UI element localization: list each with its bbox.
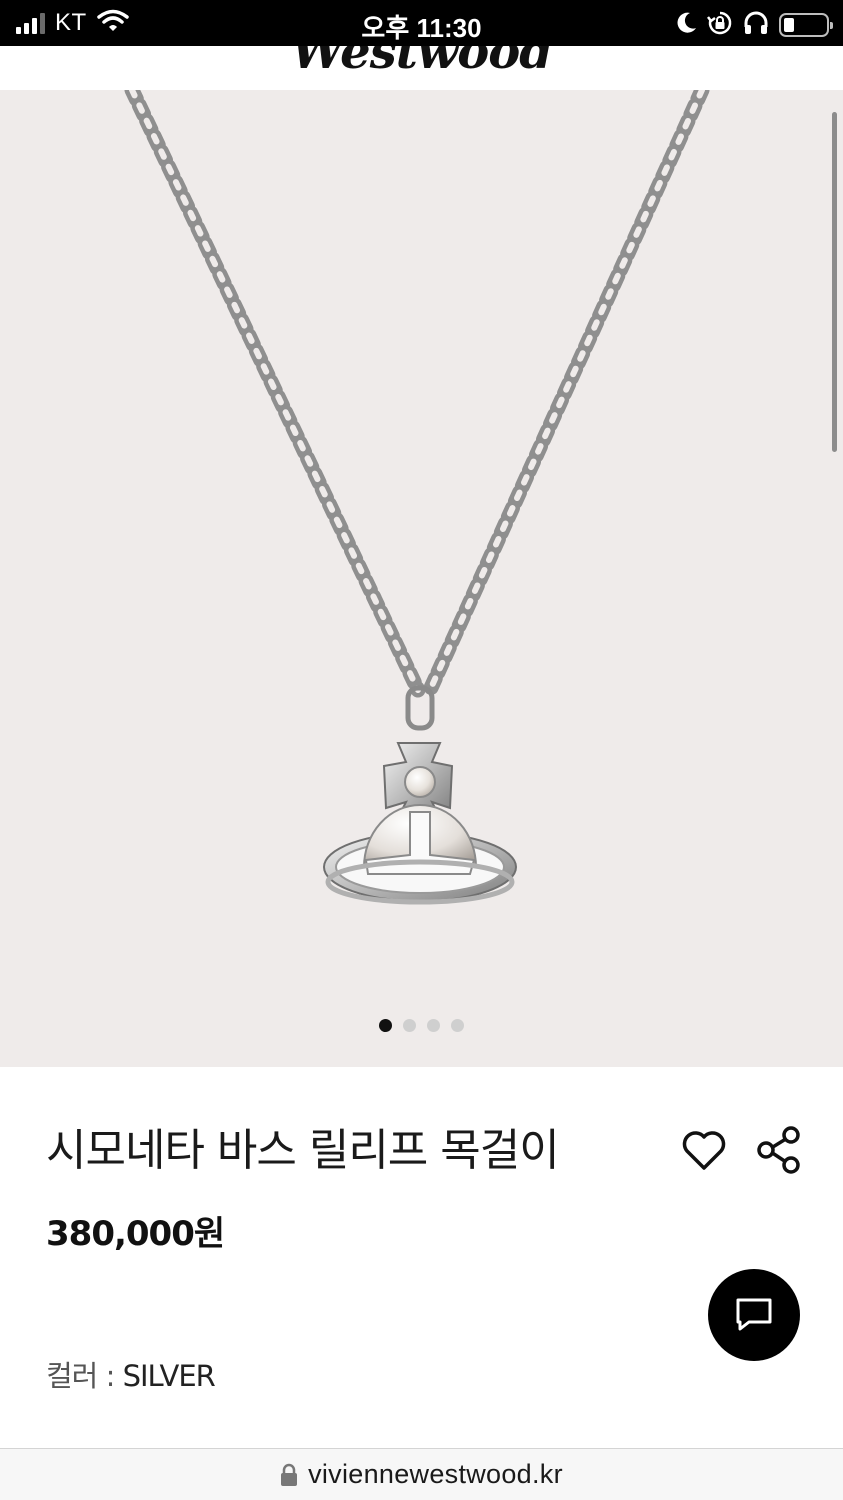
status-bar: KT 오후 11:30 xyxy=(0,0,843,46)
product-color: 컬러 : SILVER xyxy=(46,1353,216,1395)
wishlist-button[interactable] xyxy=(680,1126,728,1174)
product-title: 시모네타 바스 릴리프 목걸이 xyxy=(46,1125,560,1176)
product-image xyxy=(124,90,710,905)
chat-button[interactable] xyxy=(708,1269,800,1361)
product-image-gallery[interactable] xyxy=(0,90,843,1067)
battery-icon xyxy=(779,13,833,37)
heart-icon xyxy=(682,1131,726,1170)
brand-logo[interactable]: Westwood xyxy=(0,46,843,80)
gallery-dot-4[interactable] xyxy=(451,1019,464,1032)
url-text[interactable]: viviennewestwood.kr xyxy=(308,1459,563,1490)
status-right xyxy=(675,10,833,40)
share-button[interactable] xyxy=(754,1124,804,1176)
site-header: Westwood xyxy=(0,46,843,90)
headphones-icon xyxy=(743,10,769,40)
share-icon xyxy=(757,1126,800,1174)
gallery-pagination xyxy=(0,1019,843,1032)
moon-icon xyxy=(675,11,697,39)
gallery-dot-1[interactable] xyxy=(379,1019,392,1032)
browser-address-bar[interactable]: viviennewestwood.kr xyxy=(0,1448,843,1500)
rotation-lock-icon xyxy=(707,10,733,40)
gallery-scrollbar[interactable] xyxy=(832,112,837,452)
color-value: SILVER xyxy=(122,1359,216,1393)
chat-icon xyxy=(736,1298,772,1331)
product-price: 380,000원 xyxy=(46,1214,225,1254)
color-label: 컬러 : xyxy=(46,1359,115,1393)
url-container: viviennewestwood.kr xyxy=(0,1459,843,1490)
lock-icon xyxy=(281,1463,298,1486)
gallery-dot-3[interactable] xyxy=(427,1019,440,1032)
gallery-dot-2[interactable] xyxy=(403,1019,416,1032)
